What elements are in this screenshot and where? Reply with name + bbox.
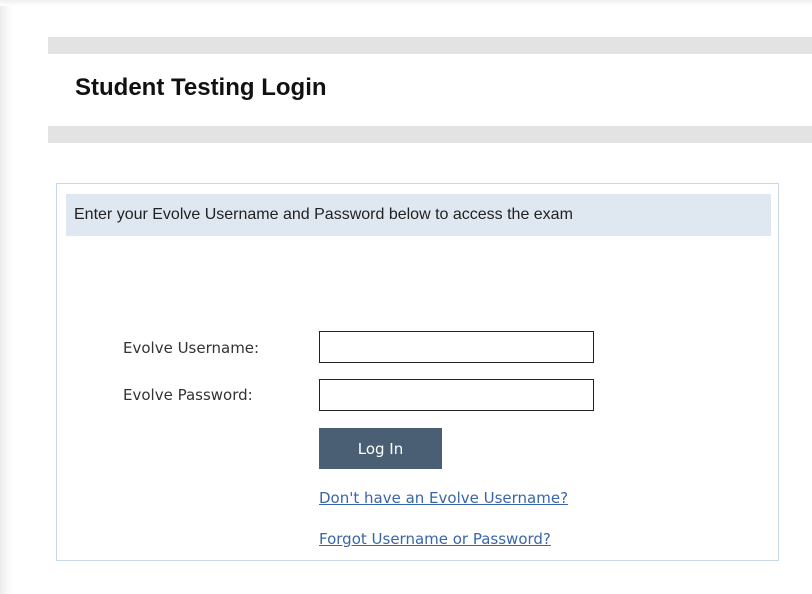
page-title: Student Testing Login <box>75 74 327 101</box>
login-instructions: Enter your Evolve Username and Password … <box>66 194 771 236</box>
top-edge-shadow <box>0 0 812 6</box>
username-input[interactable] <box>319 331 594 363</box>
header-divider-top <box>48 37 812 54</box>
password-label: Evolve Password: <box>123 386 253 404</box>
no-username-link[interactable]: Don't have an Evolve Username? <box>319 489 568 507</box>
login-button[interactable]: Log In <box>319 428 442 469</box>
password-input[interactable] <box>319 379 594 411</box>
left-edge-shadow <box>0 0 12 594</box>
login-panel: Enter your Evolve Username and Password … <box>56 183 779 561</box>
header-divider-bottom <box>48 126 812 143</box>
username-label: Evolve Username: <box>123 339 260 357</box>
page: Student Testing Login Enter your Evolve … <box>0 0 812 594</box>
forgot-credentials-link[interactable]: Forgot Username or Password? <box>319 530 551 548</box>
